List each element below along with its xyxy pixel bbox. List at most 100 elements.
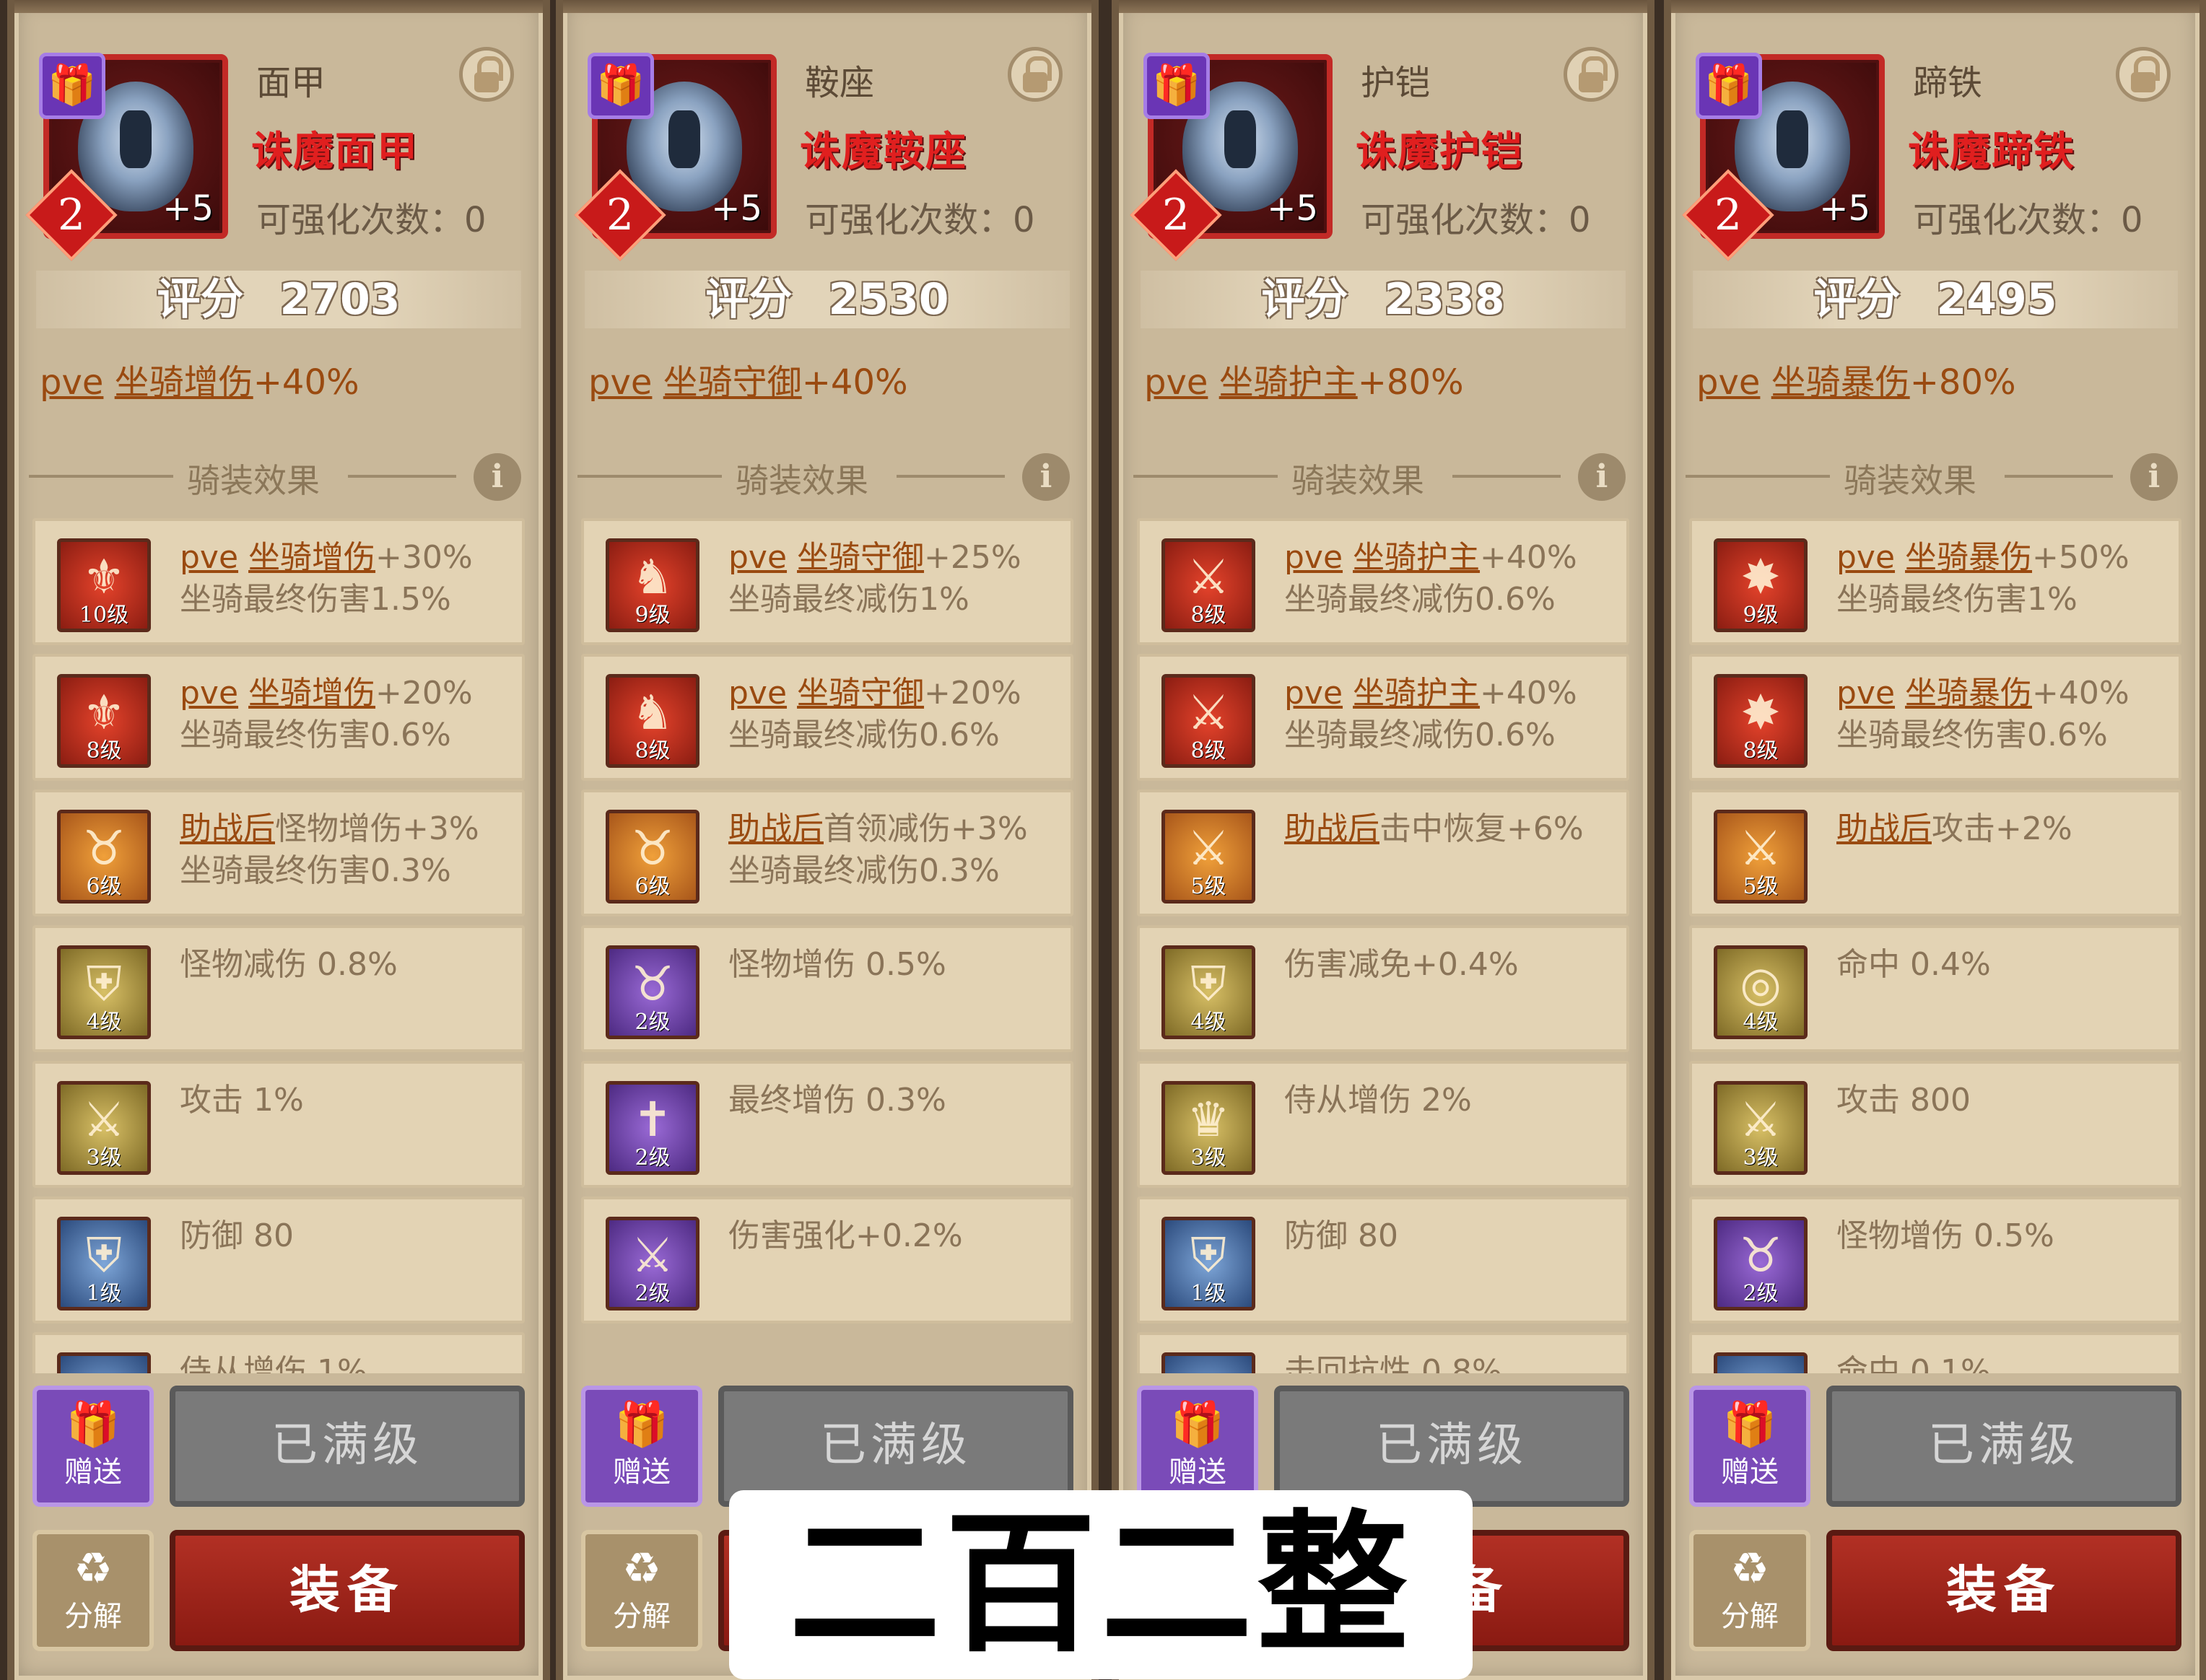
effect-icon: ⚔ 8级	[1161, 674, 1255, 768]
gift-icon: 🎁	[1170, 1399, 1225, 1450]
effect-text: 伤害强化+0.2%	[728, 1215, 1063, 1257]
main-bonus-stat[interactable]: 坐骑增伤	[115, 362, 253, 403]
effect-text: 防御 80	[1284, 1215, 1619, 1257]
effect-prefix[interactable]: pve	[728, 539, 787, 576]
effect-prefix[interactable]: pve	[180, 539, 238, 576]
effect-row: ♞ 9级 pve 坐骑守御+25% 坐骑最终减伤1%	[581, 518, 1073, 645]
effect-stat[interactable]: 助战后	[180, 810, 275, 847]
section-divider: 骑装效果 i	[577, 447, 1070, 505]
effect-icon: ⚜ 10级	[57, 538, 151, 632]
effect-stat[interactable]: 坐骑护主	[1353, 539, 1480, 576]
info-icon[interactable]: i	[1578, 453, 1626, 501]
effects-list[interactable]: ♞ 9级 pve 坐骑守御+25% 坐骑最终减伤1% ♞ 8级 pve 坐骑守御+20% 坐骑…	[581, 518, 1073, 1373]
main-bonus: pve 坐骑增伤+40%	[40, 354, 359, 404]
item-icon[interactable]: 🎁 2 +5	[1130, 53, 1333, 261]
effect-row: ⚔ 8级 pve 坐骑护主+40% 坐骑最终减伤0.6%	[1137, 518, 1629, 645]
main-bonus-prefix[interactable]: pve	[1696, 362, 1760, 403]
main-bonus-stat[interactable]: 坐骑守御	[663, 362, 802, 403]
effect-line-2: 坐骑最终伤害1.5%	[180, 581, 451, 618]
effect-stat[interactable]: 助战后	[1836, 810, 1932, 847]
effect-value: +30%	[375, 539, 473, 576]
effect-text: 侍从增伤 2%	[1284, 1080, 1619, 1121]
gift-button[interactable]: 🎁 赠送	[1689, 1386, 1810, 1507]
info-icon[interactable]: i	[1022, 453, 1070, 501]
main-bonus-prefix[interactable]: pve	[40, 362, 103, 403]
item-icon[interactable]: 🎁 2 +5	[25, 53, 228, 261]
decompose-button[interactable]: ♻ 分解	[1689, 1530, 1810, 1651]
enhance-count: 可强化次数：0	[256, 200, 487, 240]
effect-stat[interactable]: 坐骑护主	[1353, 675, 1480, 712]
effect-text: pve 坐骑护主+40% 坐骑最终减伤0.6%	[1284, 537, 1619, 621]
effect-line-1: 怪物减伤 0.8%	[180, 944, 515, 986]
info-icon[interactable]: i	[2130, 453, 2178, 501]
effect-text: 助战后首领减伤+3% 坐骑最终减伤0.3%	[728, 808, 1063, 892]
effect-value: +40%	[1480, 675, 1577, 712]
effect-icon: ◎ 4级	[1714, 945, 1808, 1039]
effect-value: 攻击+2%	[1932, 810, 2072, 847]
effect-stat[interactable]: 坐骑增伤	[248, 539, 375, 576]
gift-badge-icon: 🎁	[588, 53, 654, 119]
lock-icon[interactable]	[1008, 47, 1063, 102]
main-bonus-prefix[interactable]: pve	[588, 362, 652, 403]
decompose-button[interactable]: ♻ 分解	[32, 1530, 154, 1651]
item-icon[interactable]: 🎁 2 +5	[574, 53, 777, 261]
gift-button[interactable]: 🎁 赠送	[581, 1386, 702, 1507]
maxed-button[interactable]: 已满级	[170, 1386, 525, 1507]
info-icon[interactable]: i	[474, 453, 521, 501]
equip-button[interactable]: 装备	[170, 1530, 525, 1651]
lock-icon[interactable]	[459, 47, 514, 102]
effects-list[interactable]: ⚔ 8级 pve 坐骑护主+40% 坐骑最终减伤0.6% ⚔ 8级 pve 坐骑护主+40%…	[1137, 518, 1629, 1373]
effect-text: pve 坐骑暴伤+40% 坐骑最终伤害0.6%	[1836, 673, 2171, 756]
effect-icon: ⛨ 4级	[1161, 945, 1255, 1039]
effect-prefix[interactable]: pve	[1836, 675, 1895, 712]
gift-button[interactable]: 🎁 赠送	[1137, 1386, 1258, 1507]
slot-name: 护铠	[1361, 63, 1431, 103]
effect-stat[interactable]: 坐骑守御	[797, 675, 924, 712]
effect-prefix[interactable]: pve	[1836, 539, 1895, 576]
effect-line-1: 助战后攻击+2%	[1836, 808, 2171, 850]
equip-button[interactable]: 装备	[1826, 1530, 2181, 1651]
effect-prefix[interactable]: pve	[1284, 675, 1343, 712]
gift-badge-icon: 🎁	[1696, 53, 1762, 119]
effect-prefix[interactable]: pve	[1284, 539, 1343, 576]
divider-line	[897, 475, 1005, 478]
effect-level: 2级	[635, 1010, 671, 1035]
effect-icon: ✸ 8级	[1714, 674, 1808, 768]
lock-icon[interactable]	[1564, 47, 1618, 102]
effects-list[interactable]: ✸ 9级 pve 坐骑暴伤+50% 坐骑最终伤害1% ✸ 8级 pve 坐骑暴伤+40% 坐骑…	[1689, 518, 2181, 1373]
effect-level: 2级	[1743, 1281, 1779, 1306]
effect-row: ♛ 3级 侍从增伤 2%	[1137, 1061, 1629, 1188]
effect-value: 命中 0.4%	[1836, 946, 1991, 983]
effect-value: 防御 80	[1284, 1217, 1398, 1254]
effect-text: 命中 0.1%	[1836, 1351, 2171, 1373]
maxed-button[interactable]: 已满级	[1826, 1386, 2181, 1507]
main-bonus-prefix[interactable]: pve	[1144, 362, 1208, 403]
decompose-button[interactable]: ♻ 分解	[581, 1530, 702, 1651]
effect-row: ⛨ 1级 防御 80	[1137, 1196, 1629, 1324]
effect-icon: ✝ 2级	[606, 1081, 699, 1175]
effect-row: ⚔ 5级 助战后击中恢复+6%	[1137, 789, 1629, 916]
maxed-button[interactable]: 已满级	[1274, 1386, 1629, 1507]
item-icon[interactable]: 🎁 2 +5	[1682, 53, 1885, 261]
effect-stat[interactable]: 坐骑暴伤	[1905, 539, 2032, 576]
effect-stat[interactable]: 坐骑守御	[797, 539, 924, 576]
effect-text: pve 坐骑增伤+20% 坐骑最终伤害0.6%	[180, 673, 515, 756]
effect-stat[interactable]: 助战后	[728, 810, 824, 847]
effect-prefix[interactable]: pve	[728, 675, 787, 712]
main-bonus-stat[interactable]: 坐骑护主	[1219, 362, 1358, 403]
effect-stat[interactable]: 坐骑增伤	[248, 675, 375, 712]
lock-icon[interactable]	[2116, 47, 2171, 102]
effect-text: 侍从增伤 1%	[180, 1351, 515, 1373]
effect-stat[interactable]: 坐骑暴伤	[1905, 675, 2032, 712]
effect-stat[interactable]: 助战后	[1284, 810, 1379, 847]
section-divider: 骑装效果 i	[1686, 447, 2178, 505]
effect-level: 6级	[86, 874, 122, 899]
main-bonus-stat[interactable]: 坐骑暴伤	[1771, 362, 1910, 403]
gift-button[interactable]: 🎁 赠送	[32, 1386, 154, 1507]
effects-list[interactable]: ⚜ 10级 pve 坐骑增伤+30% 坐骑最终伤害1.5% ⚜ 8级 pve 坐骑增伤+20…	[32, 518, 525, 1373]
effect-level: 3级	[1190, 1145, 1226, 1171]
panel-frame	[14, 0, 543, 13]
effect-prefix[interactable]: pve	[180, 675, 238, 712]
effect-value: 攻击 1%	[180, 1082, 304, 1119]
maxed-button[interactable]: 已满级	[718, 1386, 1073, 1507]
